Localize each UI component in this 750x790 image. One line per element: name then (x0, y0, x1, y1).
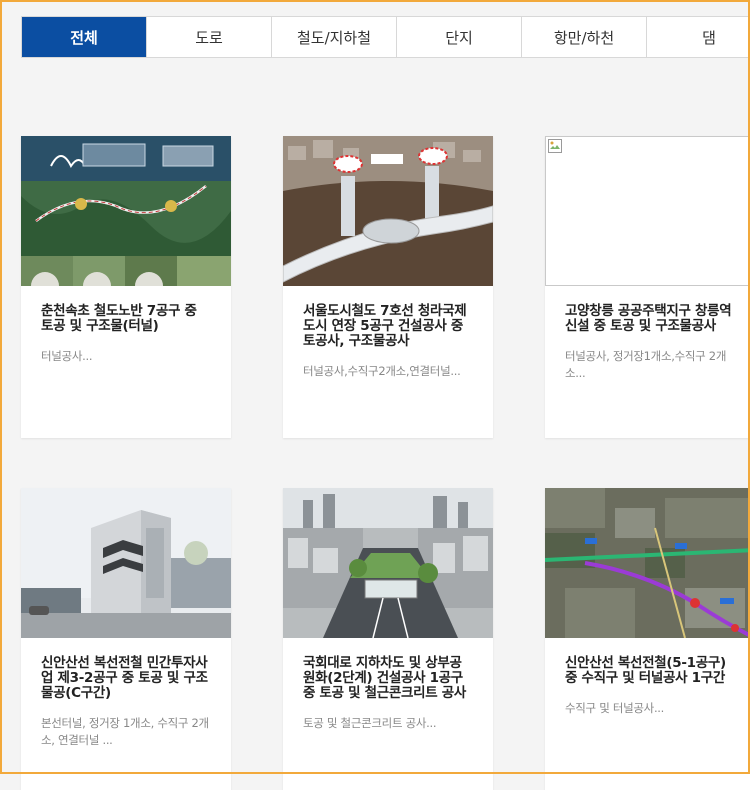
project-title[interactable]: 춘천속초 철도노반 7공구 중 토공 및 구조물(터널) (41, 304, 211, 334)
tab-dam[interactable]: 댐 (647, 17, 750, 57)
tab-road[interactable]: 도로 (147, 17, 272, 57)
tab-all[interactable]: 전체 (22, 17, 147, 57)
broken-image-icon (548, 139, 562, 153)
tab-complex[interactable]: 단지 (397, 17, 522, 57)
project-title[interactable]: 고양창릉 공공주택지구 창릉역 신설 중 토공 및 구조물공사 (565, 304, 735, 334)
project-card[interactable]: 신안산선 복선전철 민간투자사업 제3-2공구 중 토공 및 구조물공(C구간)… (21, 488, 231, 790)
project-card[interactable]: 고양창릉 공공주택지구 창릉역 신설 중 토공 및 구조물공사 터널공사, 정거… (545, 136, 750, 438)
project-card[interactable]: 춘천속초 철도노반 7공구 중 토공 및 구조물(터널) 터널공사... (21, 136, 231, 438)
project-title[interactable]: 신안산선 복선전철 민간투자사업 제3-2공구 중 토공 및 구조물공(C구간) (41, 656, 211, 701)
project-thumbnail[interactable] (21, 488, 231, 638)
project-card[interactable]: 국회대로 지하차도 및 상부공원화(2단계) 건설공사 1공구 중 토공 및 철… (283, 488, 493, 790)
tab-port-river[interactable]: 항만/하천 (522, 17, 647, 57)
broken-image (545, 136, 750, 286)
project-card[interactable]: 서울도시철도 7호선 청라국제도시 연장 5공구 건설공사 중 토공사, 구조물… (283, 136, 493, 438)
category-tabs: 전체 도로 철도/지하철 단지 항만/하천 댐 (21, 16, 750, 58)
category-tab-bar: 전체 도로 철도/지하철 단지 항만/하천 댐 (0, 0, 750, 60)
project-title[interactable]: 서울도시철도 7호선 청라국제도시 연장 5공구 건설공사 중 토공사, 구조물… (303, 304, 473, 349)
project-title[interactable]: 신안산선 복선전철(5-1공구) 중 수직구 및 터널공사 1구간 (565, 656, 735, 686)
project-thumbnail[interactable] (21, 136, 231, 286)
project-description: 터널공사... (41, 349, 93, 363)
project-thumbnail[interactable] (545, 488, 750, 638)
project-description: 터널공사,수직구2개소,연결터널... (303, 364, 461, 378)
project-description: 수직구 및 터널공사... (565, 701, 665, 715)
project-description: 본선터널, 정거장 1개소, 수직구 2개소, 연결터널 ... (41, 716, 209, 747)
project-thumbnail[interactable] (545, 136, 750, 286)
tab-railway-subway[interactable]: 철도/지하철 (272, 17, 397, 57)
project-description: 터널공사, 정거장1개소,수직구 2개소... (565, 349, 727, 380)
project-thumbnail[interactable] (283, 136, 493, 286)
project-card[interactable]: 신안산선 복선전철(5-1공구) 중 수직구 및 터널공사 1구간 수직구 및 … (545, 488, 750, 790)
project-description: 토공 및 철근콘크리트 공사... (303, 716, 437, 730)
project-title[interactable]: 국회대로 지하차도 및 상부공원화(2단계) 건설공사 1공구 중 토공 및 철… (303, 656, 473, 701)
project-thumbnail[interactable] (283, 488, 493, 638)
